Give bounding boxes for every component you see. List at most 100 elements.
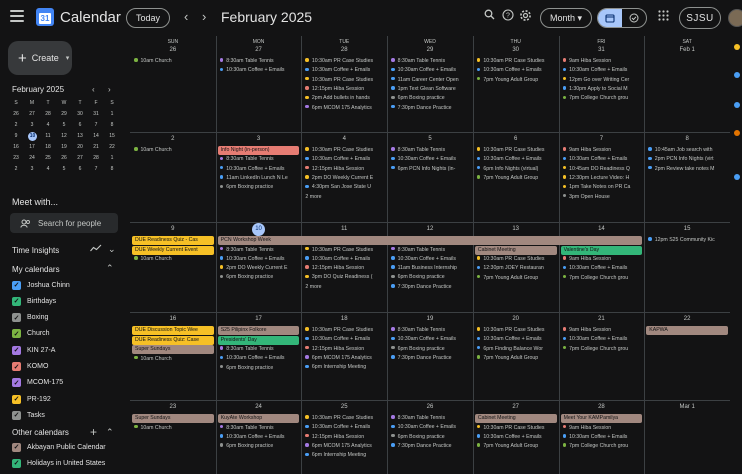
checkbox-icon[interactable]: ✓ — [12, 345, 21, 355]
calendar-event[interactable]: 10:30am PR Case Studies — [476, 146, 557, 154]
day-number[interactable]: 29 — [387, 47, 473, 53]
calendar-event[interactable]: 12:15pm Hiba Session — [305, 85, 385, 93]
mini-day[interactable]: 26 — [8, 109, 24, 120]
calendar-event[interactable]: 10:30am Coffee + Emails — [305, 66, 385, 74]
day-number[interactable]: 27 — [216, 47, 302, 53]
calendar-event[interactable]: 10:30am PR Case Studies — [305, 57, 385, 65]
mini-day[interactable]: 6 — [72, 120, 88, 131]
calendar-event[interactable]: 10:30am Coffee + Emails — [219, 66, 300, 74]
google-apps-icon[interactable] — [658, 10, 669, 24]
calendar-item[interactable]: ✓ Tasks — [12, 409, 45, 421]
all-day-event[interactable]: DUE Readiness Quiz - Cas — [132, 236, 214, 245]
help-icon[interactable]: ? — [502, 9, 514, 24]
calendar-event[interactable]: 12:30pm JOEY Restauran — [476, 264, 557, 272]
all-day-event[interactable]: Valentine's Day — [560, 245, 643, 255]
calendar-event[interactable]: 2pm PCN Info Nights (virt — [648, 155, 728, 163]
previous-month-button[interactable]: ‹ — [184, 9, 188, 24]
calendar-event[interactable]: 7:30pm Dance Practice — [391, 283, 471, 291]
mini-day[interactable]: 23 — [8, 153, 24, 164]
calendar-event[interactable]: 6pm Boxing practice — [219, 442, 300, 450]
calendar-event[interactable]: 7pm College Church grou — [562, 442, 643, 450]
day-number[interactable]: 26 — [387, 404, 473, 410]
day-number[interactable]: 20 — [473, 316, 559, 322]
mini-day[interactable]: 25 — [40, 153, 56, 164]
calendar-event[interactable]: 2pm Add bullets in hands — [305, 94, 385, 102]
calendar-event[interactable]: 12pm S25 Community Kic — [648, 236, 728, 244]
mini-day[interactable]: 21 — [88, 142, 104, 153]
calendar-event[interactable]: 3pm Open House — [562, 193, 643, 201]
main-menu-icon[interactable] — [10, 10, 24, 22]
calendar-event[interactable]: 9am Hiba Session — [562, 146, 643, 154]
calendar-event[interactable]: 12:15pm Hiba Session — [305, 264, 385, 272]
calendar-event[interactable]: 7:30pm Dance Practice — [391, 354, 471, 362]
calendar-event[interactable]: 10:30am PR Case Studies — [305, 146, 385, 154]
calendar-event[interactable]: 10:30am Coffee + Emails — [219, 165, 300, 173]
calendar-event[interactable]: 6pm Internship Meeting — [305, 363, 385, 371]
calendar-event[interactable]: 9am Hiba Session — [562, 326, 643, 334]
day-number[interactable]: 24 — [216, 404, 302, 410]
calendar-event[interactable]: 10:30am PR Case Studies — [305, 246, 385, 254]
day-number[interactable]: Mar 1 — [644, 404, 730, 410]
other-calendars-title[interactable]: Other calendars — [12, 428, 69, 437]
calendar-event[interactable]: 10:30am Coffee + Emails — [219, 255, 300, 263]
mini-day[interactable]: 24 — [24, 153, 40, 164]
more-events-link[interactable]: 2 more — [305, 194, 321, 200]
calendar-event[interactable]: 6pm Boxing practice — [391, 273, 471, 281]
calendar-event[interactable]: 12:30pm Lecture Video: H — [562, 174, 643, 182]
calendar-event[interactable]: 11am Business Internship — [391, 264, 471, 272]
day-number[interactable]: 30 — [473, 47, 559, 53]
mini-day[interactable]: 1 — [104, 109, 120, 120]
mini-day[interactable]: 30 — [72, 109, 88, 120]
calendar-event[interactable]: 10:30am Coffee + Emails — [305, 335, 385, 343]
calendar-event[interactable]: 6pm PCN Info Nights (in- — [391, 165, 471, 173]
search-icon[interactable] — [484, 9, 495, 23]
calendar-event[interactable]: 7pm Young Adult Group — [476, 76, 557, 84]
calendar-event[interactable]: 10:30am Coffee + Emails — [391, 335, 471, 343]
day-number[interactable]: 7 — [559, 136, 645, 142]
mini-day[interactable]: 20 — [72, 142, 88, 153]
all-day-event[interactable]: DUE Weekly Current Event — [132, 245, 214, 255]
day-number[interactable]: 12 — [387, 226, 473, 232]
calendar-item[interactable]: ✓ Church — [12, 328, 50, 340]
mini-day[interactable]: 28 — [88, 153, 104, 164]
calendar-item[interactable]: ✓ Holidays in United States — [12, 457, 105, 469]
checkbox-icon[interactable]: ✓ — [12, 280, 21, 290]
calendar-view-button[interactable] — [598, 9, 622, 27]
day-number[interactable]: 6 — [473, 136, 559, 142]
calendar-event[interactable]: 6pm Boxing practice — [219, 183, 300, 191]
chevron-down-icon[interactable]: ⌄ — [108, 244, 116, 255]
today-button[interactable]: Today — [126, 8, 170, 28]
calendar-event[interactable]: 7pm College Church grou — [562, 345, 643, 353]
all-day-event[interactable]: Super Sundays — [132, 345, 214, 354]
day-number[interactable]: 4 — [301, 136, 387, 142]
calendar-event[interactable]: 7:30pm Dance Practice — [391, 442, 471, 450]
more-events-link[interactable]: 2 more — [305, 284, 321, 290]
calendar-event[interactable]: 6pm Boxing practice — [391, 94, 471, 102]
calendar-event[interactable]: 8:30am Table Tennis — [391, 246, 471, 254]
calendar-event[interactable]: 10:30am Coffee + Emails — [391, 66, 471, 74]
view-select[interactable]: Month ▾ — [540, 8, 592, 28]
all-day-event[interactable]: KuyAte Workshop — [217, 414, 300, 423]
calendar-event[interactable]: 1pm Text Glean Software — [391, 85, 471, 93]
mini-day[interactable]: 2 — [8, 164, 24, 175]
mini-day[interactable]: 26 — [56, 153, 72, 164]
day-number[interactable]: 8 — [644, 136, 730, 142]
calendar-event[interactable]: 8:30am Table Tennis — [391, 326, 471, 334]
calendar-event[interactable]: 6pm MCOM 175 Analytics — [305, 442, 385, 450]
calendar-event[interactable]: 8:30am Table Tennis — [219, 246, 300, 254]
calendar-event[interactable]: 8:30am Table Tennis — [219, 345, 300, 353]
day-number[interactable]: 19 — [387, 316, 473, 322]
calendar-item[interactable]: ✓ PR-192 — [12, 393, 51, 405]
day-number[interactable]: 10 — [216, 226, 302, 232]
checkbox-icon[interactable]: ✓ — [12, 394, 21, 404]
checkbox-icon[interactable]: ✓ — [12, 458, 21, 468]
calendar-event[interactable]: 10:30am PR Case Studies — [476, 326, 557, 334]
calendar-event[interactable]: 10:30am Coffee + Emails — [476, 335, 557, 343]
calendar-event[interactable]: 10am Church — [134, 424, 214, 432]
calendar-event[interactable]: 10:30am Coffee + Emails — [391, 423, 471, 431]
calendar-event[interactable]: 6pm Boxing practice — [391, 345, 471, 353]
all-day-event[interactable]: PCN Workshop Week — [217, 236, 643, 245]
day-number[interactable]: Feb 1 — [644, 47, 730, 53]
calendar-event[interactable]: 7pm Young Adult Group — [476, 354, 557, 362]
calendar-event[interactable]: 10:30am Coffee + Emails — [476, 155, 557, 163]
